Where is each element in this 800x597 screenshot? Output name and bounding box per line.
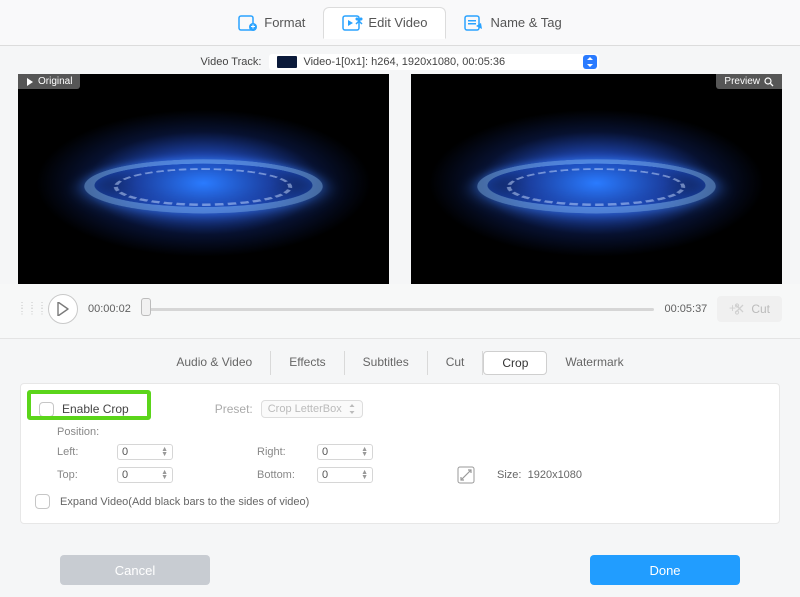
subtab-audio-video-label: Audio & Video (176, 355, 252, 369)
video-track-select[interactable]: Video-1[0x1]: h264, 1920x1080, 00:05:36 (269, 54, 599, 70)
cancel-button-label: Cancel (115, 563, 155, 578)
footer-buttons: Cancel Done (0, 555, 800, 585)
preset-select[interactable]: Crop LetterBox (261, 400, 363, 418)
subtab-effects[interactable]: Effects (271, 351, 344, 375)
drag-dots-icon[interactable]: ⋮⋮⋮⋮⋮⋮ (18, 303, 38, 315)
preview-area: Original Preview (0, 74, 800, 284)
bottom-value: 0 (322, 469, 328, 481)
slider-knob-icon[interactable] (141, 298, 151, 316)
format-icon (238, 14, 258, 32)
edit-video-icon (342, 14, 362, 32)
right-value: 0 (322, 446, 328, 458)
tab-name-tag-label: Name & Tag (490, 15, 561, 30)
top-value: 0 (122, 469, 128, 481)
size-label: Size: (497, 469, 521, 481)
tab-format-label: Format (264, 15, 305, 30)
video-track-row: Video Track: Video-1[0x1]: h264, 1920x10… (0, 46, 800, 74)
timeline-slider[interactable] (141, 300, 655, 318)
preview-badge: Preview (716, 74, 782, 89)
top-label: Top: (57, 469, 117, 481)
sub-tab-bar: Audio & Video Effects Subtitles Cut Crop… (0, 339, 800, 383)
subtab-cut-label: Cut (446, 355, 465, 369)
done-button[interactable]: Done (590, 555, 740, 585)
scissors-plus-icon: + (729, 302, 745, 316)
position-label: Position: (35, 422, 765, 438)
subtab-audio-video[interactable]: Audio & Video (158, 351, 271, 375)
select-arrows-icon (348, 404, 356, 414)
magnifier-icon (764, 77, 774, 87)
svg-text:+: + (729, 302, 736, 315)
preview-video-pane[interactable]: Preview (411, 74, 782, 284)
bottom-label: Bottom: (257, 469, 317, 481)
main-tab-bar: Format Edit Video Name & Tag (0, 0, 800, 46)
expand-video-label: Expand Video(Add black bars to the sides… (60, 496, 309, 508)
subtab-crop-label: Crop (502, 356, 528, 370)
video-track-label: Video Track: (201, 56, 262, 68)
enable-crop-checkbox[interactable] (39, 402, 54, 417)
left-label: Left: (57, 446, 117, 458)
subtab-watermark[interactable]: Watermark (547, 351, 641, 375)
timeline-row: ⋮⋮⋮⋮⋮⋮ 00:00:02 00:05:37 + Cut (0, 284, 800, 339)
tab-format[interactable]: Format (220, 8, 323, 38)
preset-value: Crop LetterBox (268, 403, 342, 415)
right-stepper[interactable]: 0▲▼ (317, 444, 373, 460)
bottom-stepper[interactable]: 0▲▼ (317, 467, 373, 483)
subtab-subtitles-label: Subtitles (363, 355, 409, 369)
done-button-label: Done (649, 563, 680, 578)
play-button[interactable] (48, 294, 78, 324)
subtab-subtitles[interactable]: Subtitles (345, 351, 428, 375)
subtab-effects-label: Effects (289, 355, 325, 369)
original-video-pane[interactable]: Original (18, 74, 389, 284)
aspect-lock-icon[interactable] (457, 466, 475, 484)
cancel-button[interactable]: Cancel (60, 555, 210, 585)
total-time: 00:05:37 (664, 303, 707, 315)
video-track-value: Video-1[0x1]: h264, 1920x1080, 00:05:36 (303, 56, 505, 68)
enable-crop-label: Enable Crop (62, 402, 129, 416)
current-time: 00:00:02 (88, 303, 131, 315)
tab-name-tag[interactable]: Name & Tag (446, 8, 579, 38)
left-value: 0 (122, 446, 128, 458)
subtab-crop[interactable]: Crop (483, 351, 547, 375)
size-value: 1920x1080 (528, 469, 582, 481)
name-tag-icon (464, 14, 484, 32)
play-triangle-icon (26, 78, 34, 86)
cut-button[interactable]: + Cut (717, 296, 782, 322)
subtab-watermark-label: Watermark (565, 355, 623, 369)
track-thumb-icon (277, 56, 297, 68)
cut-button-label: Cut (751, 302, 770, 316)
play-icon (57, 302, 69, 316)
expand-video-checkbox[interactable] (35, 494, 50, 509)
preview-badge-label: Preview (724, 76, 760, 87)
crop-panel: Enable Crop Preset: Crop LetterBox Posit… (20, 383, 780, 524)
tab-edit-video[interactable]: Edit Video (323, 7, 446, 39)
preset-label: Preset: (215, 402, 253, 416)
original-badge: Original (18, 74, 80, 89)
dropdown-arrows-icon (583, 55, 597, 69)
top-stepper[interactable]: 0▲▼ (117, 467, 173, 483)
subtab-cut[interactable]: Cut (428, 351, 484, 375)
left-stepper[interactable]: 0▲▼ (117, 444, 173, 460)
right-label: Right: (257, 446, 317, 458)
original-badge-label: Original (38, 76, 72, 87)
tab-edit-video-label: Edit Video (368, 15, 427, 30)
